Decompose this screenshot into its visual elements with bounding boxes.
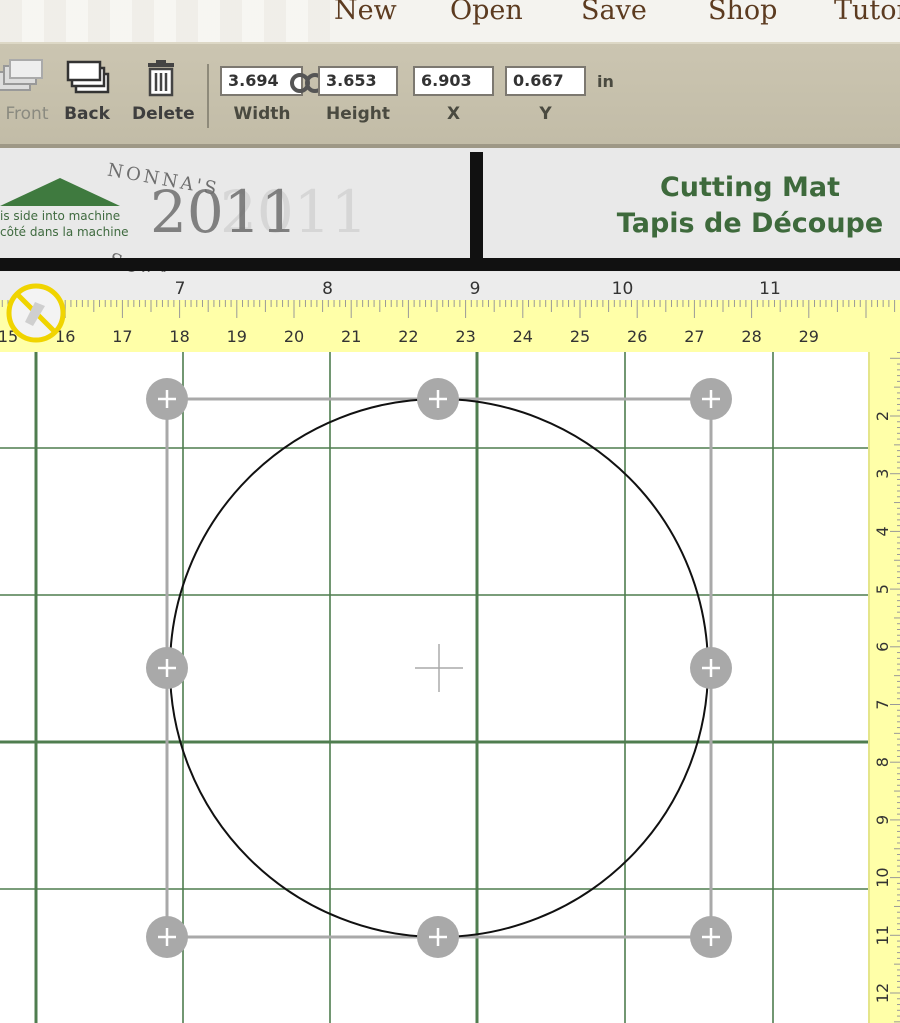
cm-label: 21 — [341, 327, 361, 346]
vertical-ruler-label: 3 — [873, 469, 892, 479]
vertical-ruler-label: 7 — [873, 699, 892, 709]
front-label: Front — [5, 104, 49, 124]
vertical-ruler-marks: 2 3 4 5 6 7 8 9 10 11 12 — [873, 352, 900, 1023]
inch-label: 10 — [612, 279, 634, 299]
y-field[interactable]: 0.667 — [505, 66, 586, 96]
menu-new[interactable]: New — [334, 0, 397, 24]
cm-label: 18 — [169, 327, 189, 346]
mat-title-en: Cutting Mat — [659, 172, 841, 203]
front-button[interactable]: Front — [0, 59, 52, 124]
cm-label: 23 — [455, 327, 475, 346]
resize-diagonal-icon[interactable] — [690, 378, 732, 420]
inch-label: 7 — [175, 279, 186, 299]
vertical-ruler-label: 11 — [873, 925, 892, 945]
resize-diagonal-icon[interactable] — [690, 916, 732, 958]
resize-vertical-icon[interactable] — [417, 378, 459, 420]
vertical-ruler-label: 9 — [873, 815, 892, 825]
inch-ruler-marks: 7 8 9 10 11 — [175, 279, 781, 299]
menu-save[interactable]: Save — [581, 0, 647, 24]
width-label: Width — [233, 104, 291, 124]
inch-label: 11 — [759, 279, 781, 299]
menu-tutorials[interactable]: Tutor — [834, 0, 900, 24]
cm-label: 25 — [570, 327, 590, 346]
inch-label: 8 — [322, 279, 333, 299]
cm-label: 17 — [112, 327, 132, 346]
decorative-pattern — [0, 0, 330, 42]
cutting-mat-canvas[interactable] — [0, 352, 868, 1023]
y-label: Y — [539, 104, 552, 124]
cm-label: 28 — [741, 327, 761, 346]
vertical-ruler-label: 8 — [873, 757, 892, 767]
mat-grid — [0, 352, 868, 1023]
x-label: X — [446, 104, 461, 124]
toolbar-separator — [207, 64, 209, 128]
resize-vertical-icon[interactable] — [417, 916, 459, 958]
top-menu-bar: New Open Save Shop Tutor — [0, 0, 900, 42]
cm-label: 19 — [227, 327, 247, 346]
vertical-ruler: 2 3 4 5 6 7 8 9 10 11 12 — [868, 352, 900, 1023]
menu-shop[interactable]: Shop — [708, 0, 777, 24]
no-entry-icon[interactable] — [5, 282, 67, 344]
bring-to-front-icon — [0, 59, 43, 91]
trash-icon — [148, 60, 174, 97]
cm-ruler-marks: 15 16 17 18 19 20 21 22 23 24 25 26 27 28 29 — [0, 300, 896, 346]
toolbar: Front Back Delete 3.694 3.653 6.903 0.66… — [0, 42, 900, 148]
cm-label: 20 — [284, 327, 304, 346]
banner-divider-vertical — [470, 152, 483, 262]
x-field[interactable]: 6.903 — [413, 66, 494, 96]
vertical-ruler-label: 2 — [873, 411, 892, 421]
menu-open[interactable]: Open — [450, 0, 523, 24]
height-field[interactable]: 3.653 — [318, 66, 398, 96]
inch-label: 9 — [470, 279, 481, 299]
unit-label: in — [597, 72, 614, 91]
cm-label: 27 — [684, 327, 704, 346]
mat-title: Cutting Mat Tapis de Découpe — [600, 170, 900, 242]
svg-text:2011: 2011 — [220, 178, 368, 246]
vertical-ruler-label: 12 — [873, 983, 892, 1003]
delete-label: Delete — [132, 104, 195, 124]
vertical-ruler-label: 4 — [873, 526, 892, 536]
delete-button[interactable]: Delete — [132, 60, 195, 124]
mat-title-fr: Tapis de Découpe — [616, 208, 884, 239]
rotate-icon[interactable] — [146, 916, 188, 958]
resize-horizontal-icon[interactable] — [146, 647, 188, 689]
cm-label: 22 — [398, 327, 418, 346]
cm-label: 26 — [627, 327, 647, 346]
inch-ruler: 7 8 9 10 11 — [0, 272, 900, 300]
banner-divider-horizontal — [0, 258, 900, 271]
vertical-ruler-label: 6 — [873, 642, 892, 652]
back-button[interactable]: Back — [62, 60, 112, 124]
vertical-ruler-label: 10 — [873, 867, 892, 887]
cm-label: 29 — [799, 327, 819, 346]
cm-ruler: 15 16 17 18 19 20 21 22 23 24 25 26 27 28 29 — [0, 300, 900, 354]
move-arrows-icon[interactable] — [146, 378, 188, 420]
send-to-back-icon — [66, 60, 110, 94]
vertical-ruler-label: 5 — [873, 584, 892, 594]
back-label: Back — [64, 104, 110, 124]
resize-horizontal-icon[interactable] — [690, 647, 732, 689]
cm-label: 24 — [513, 327, 533, 346]
height-label: Height — [326, 104, 390, 124]
